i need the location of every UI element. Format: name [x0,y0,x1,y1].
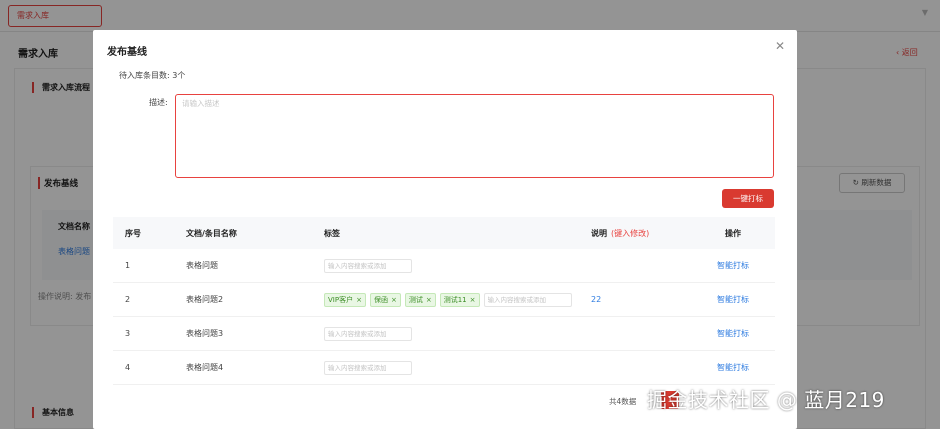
close-icon[interactable]: × [356,296,362,304]
note-edit-hint: (键入修改) [611,228,650,238]
tag-search-input[interactable] [324,360,412,375]
row-index: 3 [125,329,131,338]
row-action: 智能打标 [693,317,773,350]
row-name: 表格问题 [186,261,218,270]
row-tags [324,249,412,282]
tag-label: VIP客户 [328,295,354,304]
tag-all-button[interactable]: 一键打标 [722,189,774,208]
tag-search-input[interactable] [324,326,412,341]
pagination-total: 共4数据 [609,397,637,406]
smart-tag-link[interactable]: 智能打标 [717,362,749,373]
table-row: 4 表格问题4 智能打标 [113,351,775,385]
description-label: 描述: [149,98,168,107]
row-action: 智能打标 [693,351,773,384]
close-icon[interactable]: ✕ [775,39,785,53]
smart-tag-link[interactable]: 智能打标 [717,328,749,339]
row-index: 1 [125,261,131,270]
smart-tag-link[interactable]: 智能打标 [717,260,749,271]
row-index: 4 [125,363,131,372]
col-name-header: 文档/条目名称 [186,228,237,238]
tag-chip: 测试 × [404,292,436,307]
dialog-title: 发布基线 [107,47,147,58]
row-index: 2 [125,295,131,304]
col-index-header: 序号 [125,228,141,238]
row-name: 表格问题2 [186,295,224,304]
tag-label: 保函 [373,295,388,304]
row-action: 智能打标 [693,283,773,316]
row-tags: VIP客户 × 保函 × 测试 × 测试11 × [324,283,572,316]
tag-search-input[interactable] [483,292,572,307]
description-textarea[interactable] [175,94,774,178]
row-note[interactable]: 22 [591,283,601,316]
close-icon[interactable]: × [426,296,432,304]
watermark: 掘金技术社区 @ 蓝月219 [647,388,885,412]
col-note-header: 说明 (键入修改) [591,217,649,249]
row-name: 表格问题4 [186,363,224,372]
row-action: 智能打标 [693,249,773,282]
table-row: 2 表格问题2 VIP客户× 保函× 测试× 测试11× 22 智能打标 [113,283,775,317]
items-table: 序号 文档/条目名称 标签 说明 (键入修改) 操作 1 表格问题 智能打标 2 … [113,217,775,385]
close-icon[interactable]: × [470,296,476,304]
pending-count: 待入库条目数: 3个 [119,71,186,80]
tag-chip: 测试11 × [439,292,480,307]
tag-label: 测试 [408,295,423,304]
smart-tag-link[interactable]: 智能打标 [717,294,749,305]
row-tags [324,317,412,350]
tag-search-input[interactable] [324,258,412,273]
tag-chip: 保函 × [369,292,401,307]
note-header-label: 说明 [591,228,607,238]
tag-chip: VIP客户 × [324,292,366,307]
publish-baseline-dialog: 发布基线 ✕ 待入库条目数: 3个 描述: 一键打标 序号 文档/条目名称 标签… [93,30,797,429]
table-row: 1 表格问题 智能打标 [113,249,775,283]
table-row: 3 表格问题3 智能打标 [113,317,775,351]
col-action-header: 操作 [725,228,741,238]
col-tags-header: 标签 [324,228,340,238]
tag-label: 测试11 [443,295,467,304]
row-tags [324,351,412,384]
close-icon[interactable]: × [391,296,397,304]
table-header: 序号 文档/条目名称 标签 说明 (键入修改) 操作 [113,217,775,249]
row-name: 表格问题3 [186,329,224,338]
